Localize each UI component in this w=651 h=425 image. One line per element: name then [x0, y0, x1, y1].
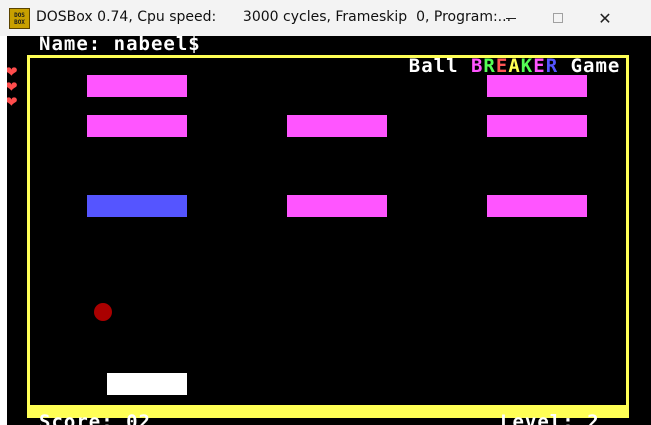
window-title: DOSBox 0.74, Cpu speed: 3000 cycles, Fra…	[36, 9, 512, 25]
app-icon-text-bottom: BOX	[14, 18, 25, 26]
score-label: Score: 02	[39, 411, 151, 425]
brick	[487, 75, 587, 97]
brick	[487, 115, 587, 137]
game-screen[interactable]: Name: nabeel$ Ball BREAKER Game ❤ ❤ ❤ Scor…	[7, 36, 651, 425]
window-titlebar[interactable]: DOS BOX DOSBox 0.74, Cpu speed: 3000 cyc…	[0, 0, 651, 36]
close-icon: ✕	[598, 8, 612, 28]
heart-icon: ❤	[7, 93, 18, 111]
maximize-icon	[553, 13, 563, 23]
level-label: Level: 2	[500, 411, 600, 425]
player-name-label: Name: nabeel$	[39, 36, 201, 55]
ball	[94, 303, 112, 321]
maximize-button[interactable]	[535, 0, 581, 36]
close-button[interactable]: ✕	[582, 0, 628, 36]
minimize-icon	[506, 17, 516, 19]
paddle[interactable]	[107, 373, 187, 395]
minimize-button[interactable]	[488, 0, 534, 36]
play-field-border	[27, 55, 629, 418]
brick	[287, 195, 387, 217]
brick	[87, 75, 187, 97]
brick	[487, 195, 587, 217]
app-icon-text-top: DOS	[14, 11, 25, 19]
brick	[287, 115, 387, 137]
lives-indicator: ❤ ❤ ❤	[7, 65, 23, 110]
brick	[87, 115, 187, 137]
dosbox-app-icon[interactable]: DOS BOX	[9, 8, 30, 29]
brick	[87, 195, 187, 217]
